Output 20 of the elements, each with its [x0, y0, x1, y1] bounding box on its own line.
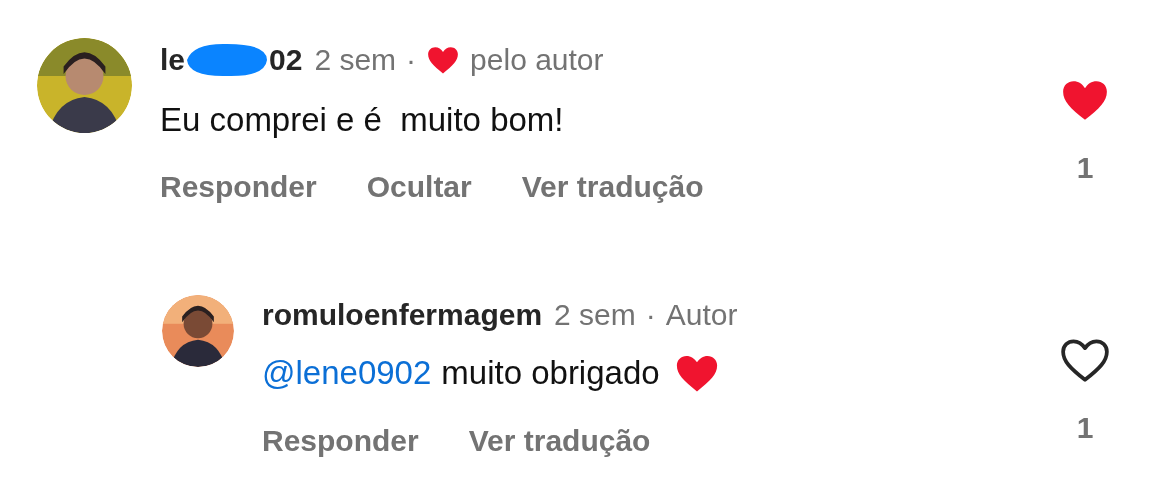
mention-link[interactable]: @lene0902	[262, 351, 432, 395]
separator-dot: ·	[645, 297, 656, 333]
like-count: 1	[1076, 410, 1094, 446]
username[interactable]: le	[160, 38, 186, 82]
comment-text: @lene0902 muito obrigado	[262, 351, 1025, 395]
action-link[interactable]: Responder	[262, 421, 419, 461]
action-link[interactable]: Responder	[160, 167, 317, 207]
comment-time: 2 sem	[554, 297, 636, 333]
username[interactable]: romuloenfermagem	[262, 293, 543, 337]
comment-text: Eu comprei e é muito bom!	[160, 100, 565, 140]
action-link[interactable]: Ver tradução	[468, 421, 651, 461]
like-count: 1	[1076, 150, 1094, 186]
like-icon[interactable]	[1060, 338, 1110, 382]
separator-dot: ·	[406, 42, 417, 78]
action-link[interactable]: Ocultar	[366, 167, 472, 207]
liked-by-author-label: pelo autor	[470, 42, 604, 78]
comment-time: 2 sem	[314, 42, 397, 78]
author-label: Autor	[665, 297, 738, 333]
username[interactable]: 02	[269, 38, 303, 82]
action-link[interactable]: Ver tradução	[521, 167, 704, 207]
